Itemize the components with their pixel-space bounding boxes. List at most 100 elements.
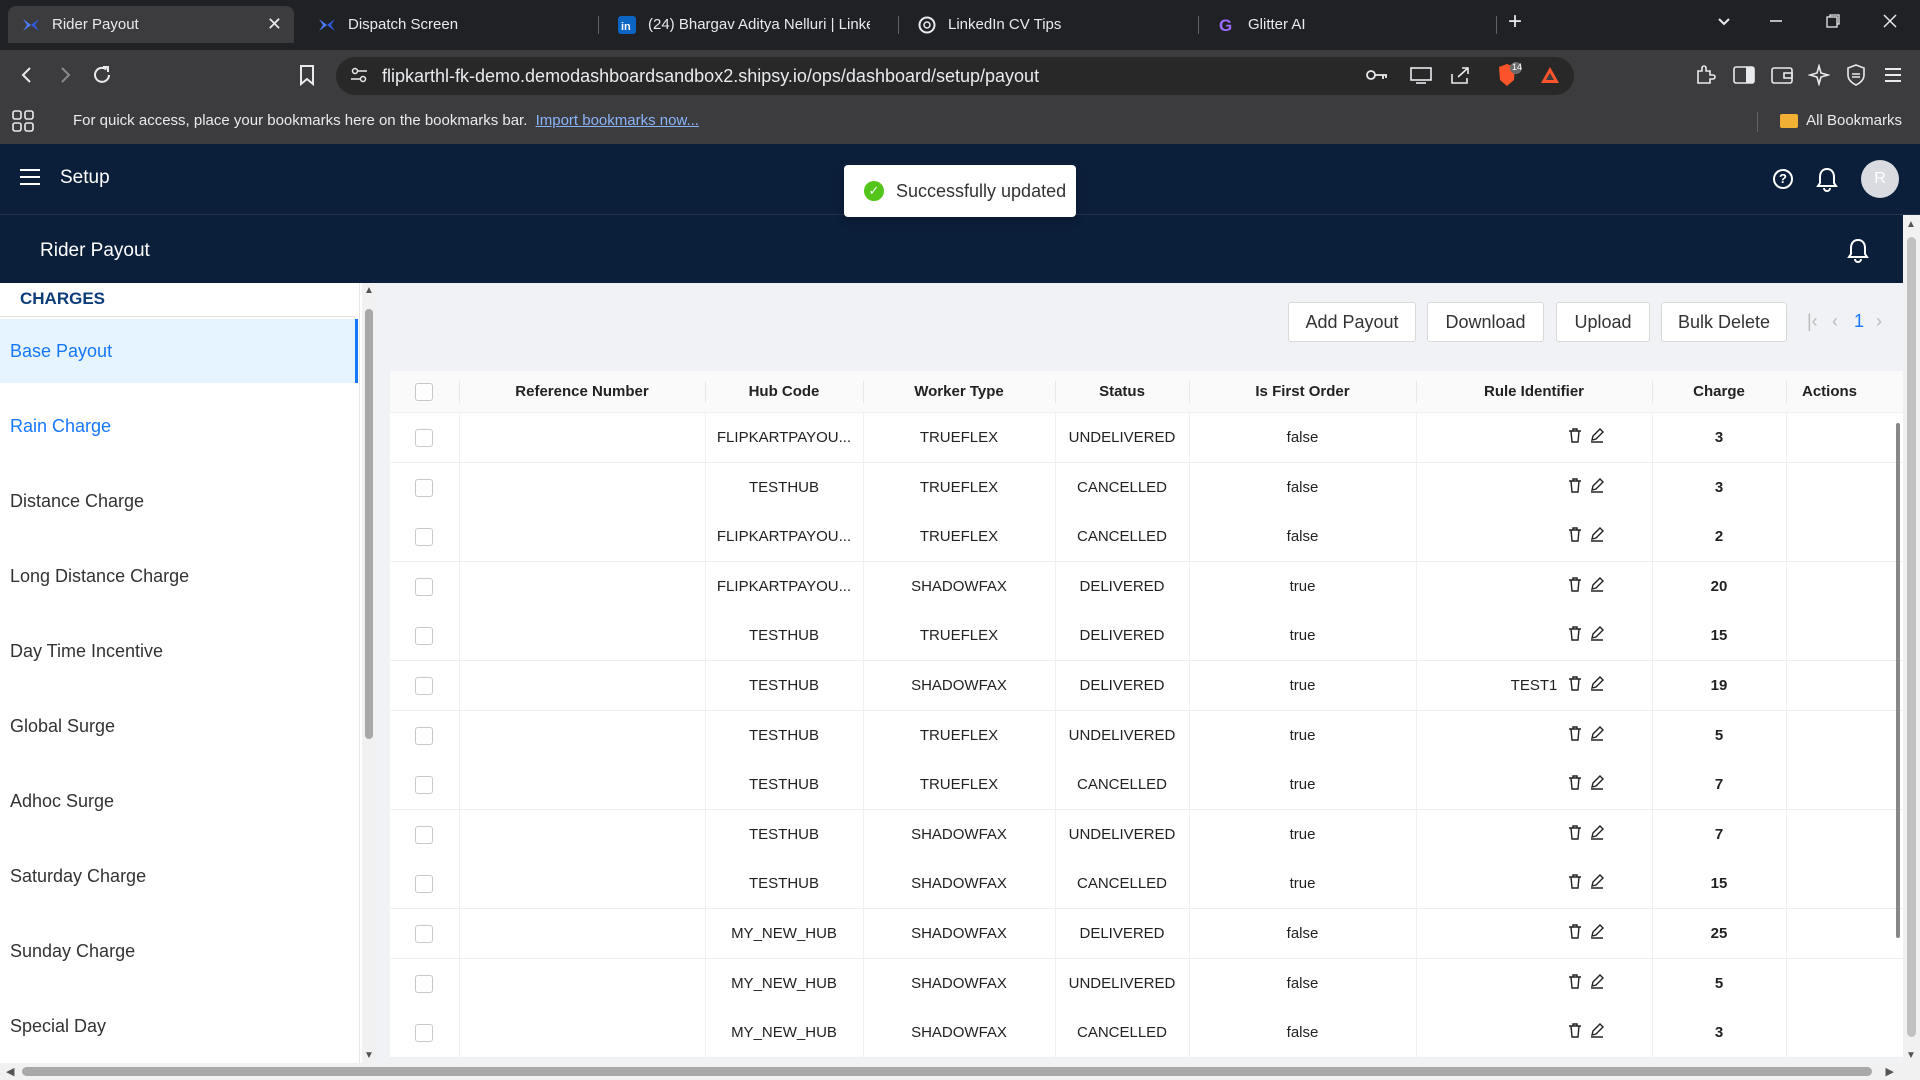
notification-bell-icon[interactable] xyxy=(1846,237,1870,268)
edit-icon[interactable] xyxy=(1590,775,1604,790)
delete-icon[interactable] xyxy=(1568,1023,1582,1038)
row-checkbox[interactable] xyxy=(415,478,433,497)
sidebar-item-special-day[interactable]: Special Day xyxy=(0,994,358,1058)
sidebar-item-saturday-charge[interactable]: Saturday Charge xyxy=(0,844,358,908)
tab-search-icon[interactable] xyxy=(1716,12,1732,35)
first-page-icon[interactable]: |‹ xyxy=(1807,311,1818,332)
edit-icon[interactable] xyxy=(1590,477,1604,493)
brave-rewards-icon[interactable] xyxy=(1540,66,1560,89)
vpn-icon[interactable] xyxy=(1843,62,1869,88)
bulk-delete-button[interactable]: Bulk Delete xyxy=(1661,302,1787,342)
hamburger-menu-icon[interactable] xyxy=(20,169,40,185)
row-checkbox[interactable] xyxy=(415,875,433,894)
delete-icon[interactable] xyxy=(1568,775,1582,790)
prev-page-icon[interactable]: ‹ xyxy=(1832,311,1838,332)
delete-icon[interactable] xyxy=(1568,874,1582,890)
sidebar-item-distance-charge[interactable]: Distance Charge xyxy=(0,469,358,533)
delete-icon[interactable] xyxy=(1568,924,1582,939)
site-settings-icon[interactable] xyxy=(350,67,368,88)
row-checkbox[interactable] xyxy=(415,528,433,547)
browser-tab-dispatch[interactable]: Dispatch Screen xyxy=(304,6,584,43)
delete-icon[interactable] xyxy=(1568,477,1582,493)
browser-tab-rider-payout[interactable]: Rider Payout ✕ xyxy=(8,6,294,43)
apps-grid-icon[interactable] xyxy=(12,110,34,132)
delete-icon[interactable] xyxy=(1568,725,1582,741)
row-checkbox[interactable] xyxy=(415,974,433,993)
sidebar-item-sunday-charge[interactable]: Sunday Charge xyxy=(0,919,358,983)
browser-tab-linkedin[interactable]: in (24) Bhargav Aditya Nelluri | LinkedI xyxy=(604,6,884,43)
row-checkbox[interactable] xyxy=(415,1024,433,1043)
minimize-icon[interactable] xyxy=(1768,12,1784,35)
edit-icon[interactable] xyxy=(1590,924,1604,939)
sidebar-item-base-payout[interactable]: Base Payout xyxy=(0,319,358,383)
edit-icon[interactable] xyxy=(1590,973,1604,989)
reload-icon[interactable] xyxy=(89,62,115,88)
sidebar-toggle-icon[interactable] xyxy=(1731,62,1757,88)
col-charge[interactable]: Charge xyxy=(1652,371,1786,413)
delete-icon[interactable] xyxy=(1568,626,1582,642)
sidebar-item-long-distance-charge[interactable]: Long Distance Charge xyxy=(0,544,358,608)
delete-icon[interactable] xyxy=(1568,527,1582,542)
delete-icon[interactable] xyxy=(1568,973,1582,989)
browser-tab-glitter[interactable]: G Glitter AI xyxy=(1204,6,1484,43)
add-payout-button[interactable]: Add Payout xyxy=(1288,302,1416,342)
browser-tab-cv-tips[interactable]: LinkedIn CV Tips xyxy=(904,6,1184,43)
bookmark-icon[interactable] xyxy=(294,62,320,88)
edit-icon[interactable] xyxy=(1590,626,1604,642)
edit-icon[interactable] xyxy=(1590,874,1604,890)
page-number[interactable]: 1 xyxy=(1854,311,1864,332)
col-is-first-order[interactable]: Is First Order xyxy=(1189,371,1416,413)
edit-icon[interactable] xyxy=(1590,576,1604,592)
sidebar-item-adhoc-surge[interactable]: Adhoc Surge xyxy=(0,769,358,833)
leo-ai-icon[interactable] xyxy=(1806,62,1832,88)
close-tab-icon[interactable]: ✕ xyxy=(267,14,282,35)
next-page-icon[interactable]: › xyxy=(1876,311,1882,332)
sidebar-item-global-surge[interactable]: Global Surge xyxy=(0,694,358,758)
row-checkbox[interactable] xyxy=(415,577,433,596)
share-icon[interactable] xyxy=(1450,66,1470,89)
avatar[interactable]: R xyxy=(1861,160,1899,198)
horizontal-scrollbar[interactable]: ◀ ▶ xyxy=(0,1063,1920,1080)
edit-icon[interactable] xyxy=(1590,428,1604,443)
edit-icon[interactable] xyxy=(1590,676,1604,691)
back-icon[interactable] xyxy=(14,62,40,88)
edit-icon[interactable] xyxy=(1590,824,1604,840)
sidebar-item-day-time-incentive[interactable]: Day Time Incentive xyxy=(0,619,358,683)
menu-icon[interactable] xyxy=(1880,62,1906,88)
download-button[interactable]: Download xyxy=(1427,302,1544,342)
col-reference-number[interactable]: Reference Number xyxy=(459,371,705,413)
all-bookmarks-button[interactable]: All Bookmarks xyxy=(1780,112,1902,129)
col-status[interactable]: Status xyxy=(1055,371,1189,413)
select-all-checkbox[interactable] xyxy=(415,383,433,401)
edit-icon[interactable] xyxy=(1590,725,1604,741)
delete-icon[interactable] xyxy=(1568,428,1582,443)
restore-icon[interactable] xyxy=(1825,12,1841,35)
row-checkbox[interactable] xyxy=(415,825,433,844)
table-scrollbar[interactable] xyxy=(1893,413,1903,938)
upload-button[interactable]: Upload xyxy=(1556,302,1650,342)
row-checkbox[interactable] xyxy=(415,726,433,745)
import-bookmarks-link[interactable]: Import bookmarks now... xyxy=(536,112,699,129)
row-checkbox[interactable] xyxy=(415,776,433,795)
row-checkbox[interactable] xyxy=(415,627,433,646)
password-key-icon[interactable] xyxy=(1366,66,1388,87)
delete-icon[interactable] xyxy=(1568,577,1582,592)
sidebar-scrollbar[interactable]: ▲ ▼ xyxy=(362,283,376,1063)
page-scrollbar[interactable]: ▲ ▼ xyxy=(1903,215,1920,1065)
edit-icon[interactable] xyxy=(1590,527,1604,542)
install-app-icon[interactable] xyxy=(1410,66,1432,89)
edit-icon[interactable] xyxy=(1590,1023,1604,1038)
row-checkbox[interactable] xyxy=(415,925,433,943)
col-hub-code[interactable]: Hub Code xyxy=(705,371,863,413)
forward-icon[interactable] xyxy=(52,62,78,88)
notification-bell-icon[interactable] xyxy=(1815,166,1839,197)
help-icon[interactable]: ? xyxy=(1773,169,1793,189)
row-checkbox[interactable] xyxy=(415,677,433,695)
col-rule-identifier[interactable]: Rule Identifier xyxy=(1416,371,1652,413)
extensions-icon[interactable] xyxy=(1692,62,1718,88)
row-checkbox[interactable] xyxy=(415,429,433,447)
wallet-icon[interactable] xyxy=(1769,62,1795,88)
sidebar-item-rain-charge[interactable]: Rain Charge xyxy=(0,394,358,458)
close-window-icon[interactable] xyxy=(1882,12,1898,35)
delete-icon[interactable] xyxy=(1568,676,1582,691)
